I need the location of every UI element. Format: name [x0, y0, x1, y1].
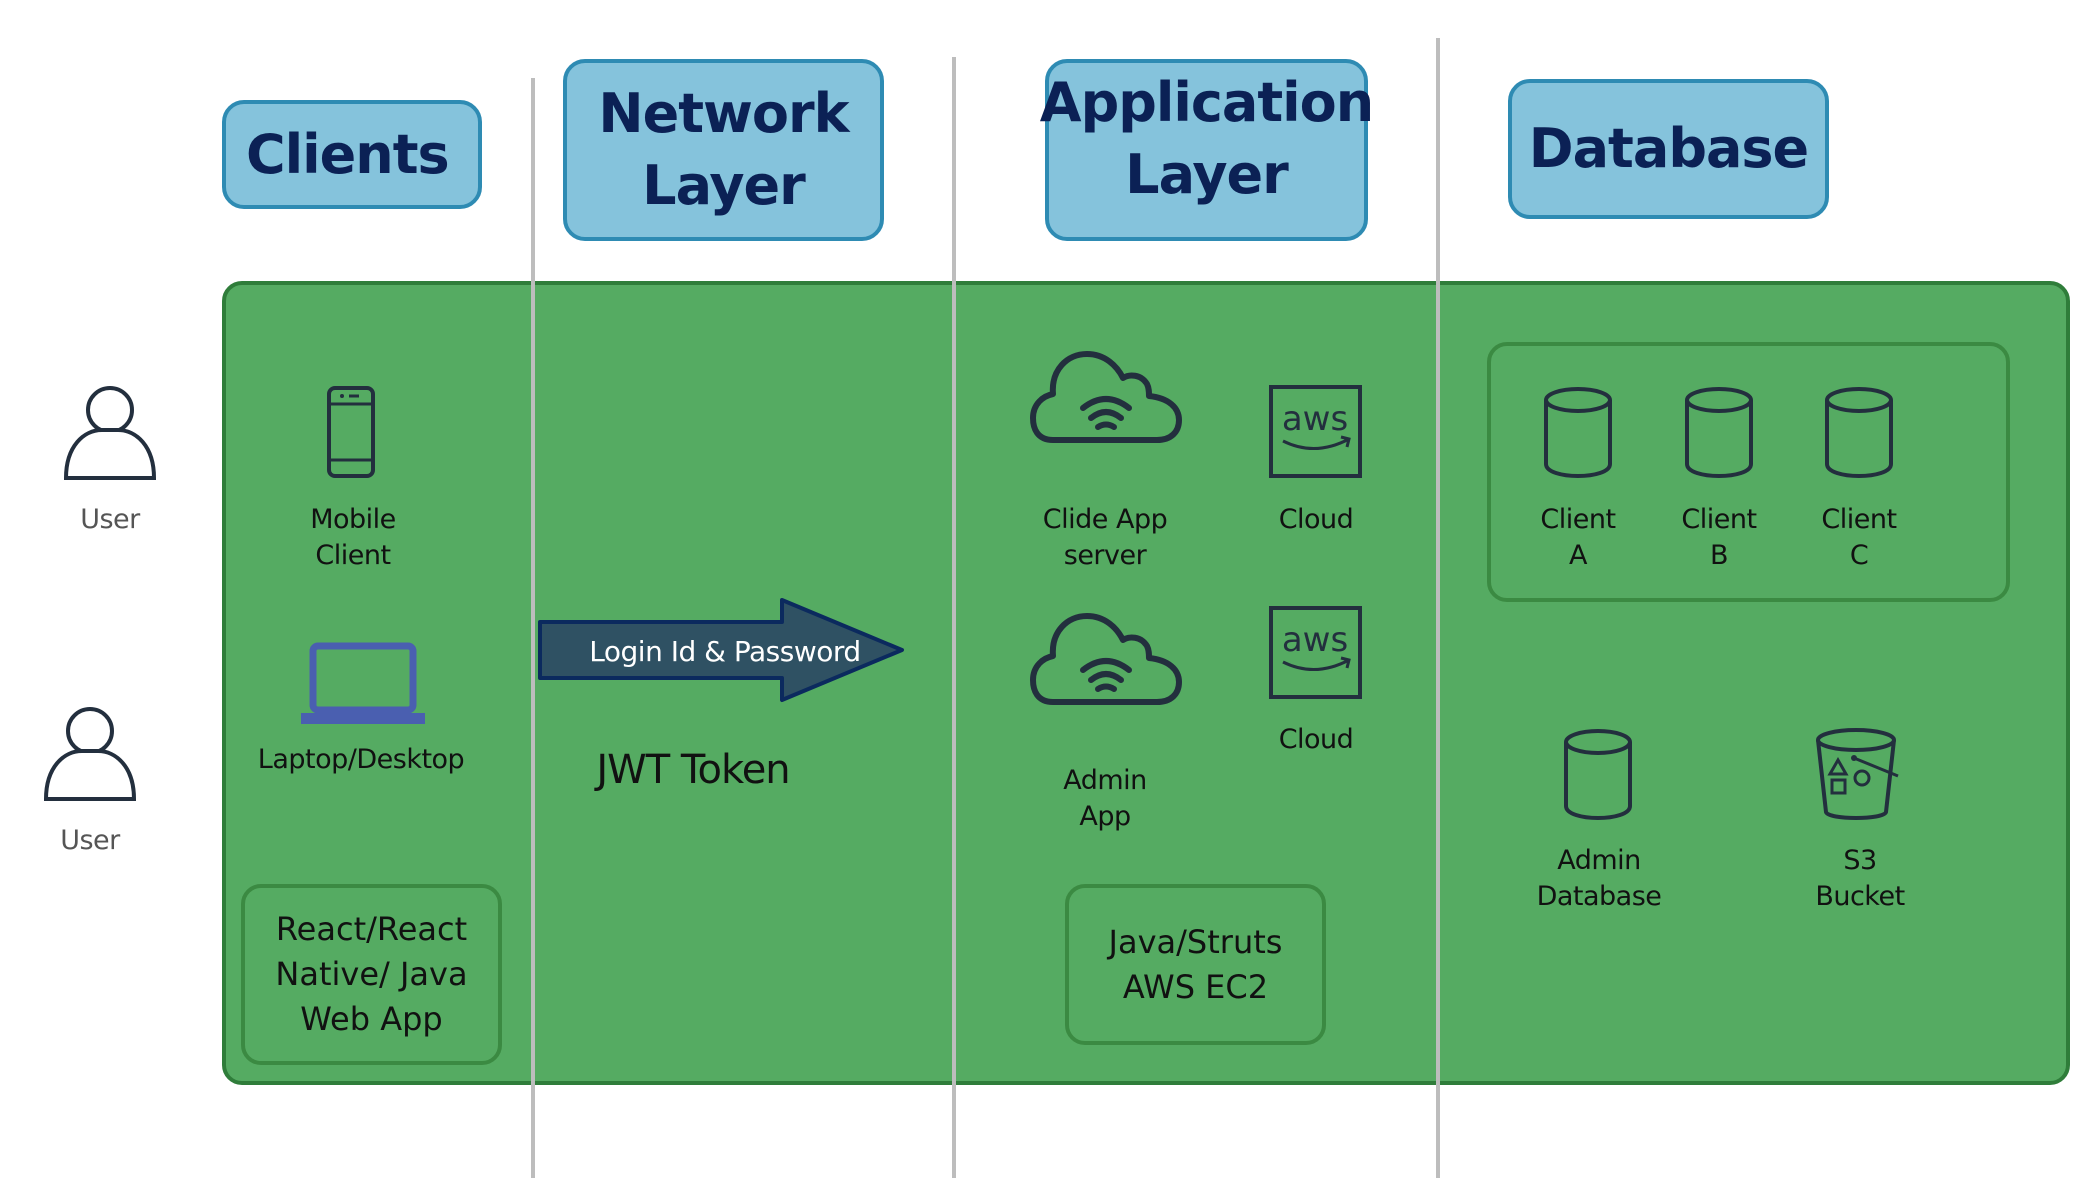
user-label-1: User: [80, 504, 140, 535]
header-network-line2: Layer: [642, 154, 806, 217]
app-tech-line1: Java/Struts: [1108, 922, 1283, 961]
admin-app-label: Admin App: [975, 763, 1235, 835]
s3-bucket-line1: S3: [1843, 845, 1877, 876]
admin-app-line1: Admin: [1063, 765, 1147, 796]
header-application-layer: Application Layer: [1040, 59, 1374, 241]
client-c-line2: C: [1849, 540, 1869, 571]
header-application-line1: Application: [1039, 71, 1374, 134]
client-tech-line1: React/React: [275, 910, 468, 948]
database-icon: [1544, 387, 1612, 478]
clide-app-server-line2: server: [1063, 540, 1147, 571]
header-clients: Clients: [222, 100, 482, 209]
login-arrow-label: Login Id & Password: [589, 635, 861, 668]
header-application-line2: Layer: [1125, 143, 1289, 206]
aws-icon: aws: [1269, 385, 1362, 478]
client-c-label: Client C: [1729, 502, 1989, 574]
database-icon: [1825, 387, 1893, 478]
user-label-2: User: [60, 825, 120, 856]
cloud-label-1: Cloud: [1278, 504, 1354, 535]
header-clients-text: Clients: [246, 122, 450, 186]
s3-bucket-label: S3 Bucket: [1730, 843, 1990, 915]
header-network-line1: Network: [598, 82, 849, 145]
s3-bucket-line2: Bucket: [1815, 881, 1905, 912]
svg-text:aws: aws: [1282, 620, 1348, 660]
jwt-token-label: JWT Token: [596, 747, 790, 793]
database-icon: [1564, 729, 1632, 820]
svg-text:aws: aws: [1282, 399, 1348, 439]
s3-bucket-icon: [1816, 728, 1899, 820]
divider-network-application: [952, 57, 956, 1178]
divider-application-database: [1436, 38, 1440, 1178]
cloud-wifi-icon: [1030, 351, 1182, 443]
user-icon: [43, 707, 137, 801]
admin-database-label: Admin Database: [1469, 843, 1729, 915]
app-tech-line2: AWS EC2: [1122, 967, 1269, 1006]
client-tech-line2: Native/ Java: [275, 955, 468, 993]
header-database-text: Database: [1528, 117, 1809, 180]
laptop-desktop-label: Laptop/Desktop: [257, 744, 465, 775]
aws-icon: aws: [1269, 606, 1362, 699]
header-database: Database: [1508, 79, 1829, 219]
cloud-label-2: Cloud: [1278, 724, 1354, 755]
client-tech-stack-box: React/React Native/ Java Web App: [241, 884, 502, 1065]
client-tech-line3: Web App: [300, 1000, 443, 1038]
client-c-line1: Client: [1821, 504, 1897, 535]
cloud-wifi-icon: [1030, 613, 1182, 705]
laptop-icon: [301, 642, 425, 724]
header-network-layer: Network Layer: [563, 59, 884, 241]
admin-app-line2: App: [1079, 801, 1131, 832]
mobile-client-label: Mobile Client: [223, 502, 483, 574]
admin-database-line2: Database: [1536, 881, 1662, 912]
mobile-phone-icon: [327, 386, 375, 478]
divider-clients-network: [531, 78, 535, 1178]
user-icon: [63, 386, 157, 480]
mobile-client-line2: Client: [315, 540, 391, 571]
database-icon: [1685, 387, 1753, 478]
mobile-client-line1: Mobile: [310, 504, 396, 535]
app-tech-stack-box: Java/Struts AWS EC2: [1065, 884, 1326, 1045]
admin-database-line1: Admin: [1557, 845, 1641, 876]
